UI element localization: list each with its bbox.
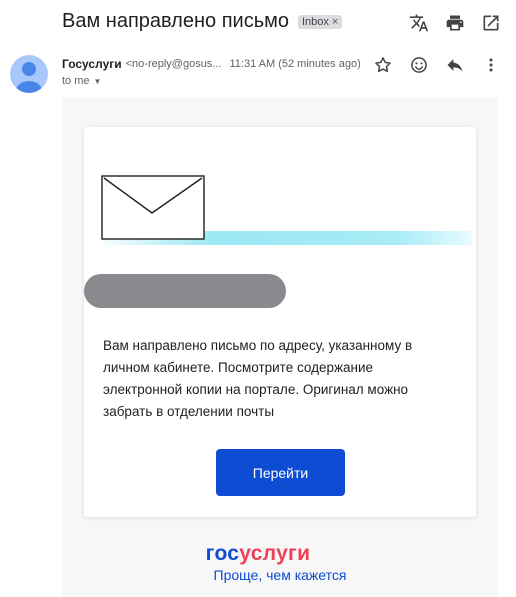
email-card: Вам направлено письмо по адресу, указанн… — [84, 127, 476, 517]
subject-row: Вам направлено письмо Inbox × — [62, 10, 343, 33]
translate-icon[interactable] — [408, 12, 430, 34]
message-time: 11:31 AM (52 minutes ago) — [229, 58, 361, 70]
email-subject: Вам направлено письмо — [62, 10, 289, 32]
sender-row: Госуслуги <no-reply@gosus... 11:31 AM (5… — [62, 57, 361, 71]
brand-tagline: Проще, чем кажется — [213, 567, 347, 583]
recipient-text: to me — [62, 75, 90, 87]
emoji-icon[interactable] — [408, 54, 430, 76]
go-button[interactable]: Перейти — [216, 449, 345, 496]
more-vert-icon[interactable] — [480, 54, 502, 76]
envelope-icon — [101, 175, 205, 240]
logo-part-gos: гос — [205, 542, 240, 565]
inbox-label-badge[interactable]: Inbox × — [298, 14, 343, 29]
inbox-label-text: Inbox — [302, 15, 329, 28]
logo-part-uslugi: услуги — [239, 542, 311, 565]
recipient-details-toggle[interactable]: to me ▼ — [62, 75, 101, 87]
remove-label-button[interactable]: × — [332, 16, 338, 28]
message-actions — [372, 54, 502, 76]
open-in-new-window-icon[interactable] — [480, 12, 502, 34]
redacted-recipient-name — [84, 274, 286, 308]
sender-avatar[interactable] — [10, 55, 48, 93]
sender-email: <no-reply@gosus... — [125, 58, 222, 70]
person-icon — [16, 62, 42, 93]
gosuslugi-logo[interactable]: госуслуги — [0, 542, 516, 566]
email-body-text: Вам направлено письмо по адресу, указанн… — [103, 338, 413, 419]
sender-name[interactable]: Госуслуги — [62, 57, 122, 71]
reply-icon[interactable] — [444, 54, 466, 76]
chevron-down-icon: ▼ — [93, 76, 102, 86]
print-icon[interactable] — [444, 12, 466, 34]
thread-actions — [408, 12, 502, 34]
star-icon[interactable] — [372, 54, 394, 76]
